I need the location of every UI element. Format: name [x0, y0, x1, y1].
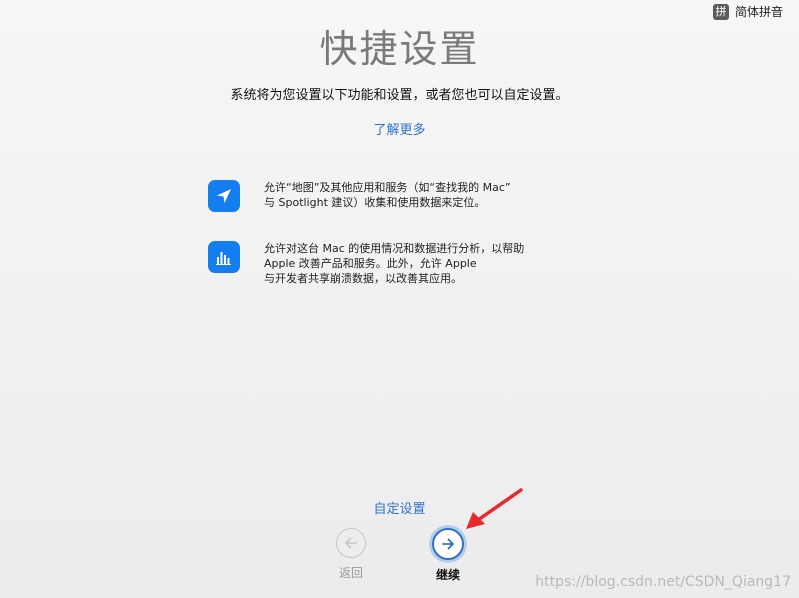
feature-analytics-text: 允许对这台 Mac 的使用情况和数据进行分析，以帮助 Apple 改善产品和服务…	[264, 242, 525, 285]
arrow-right-icon	[432, 528, 464, 560]
bar-chart-icon	[208, 241, 240, 273]
learn-more-link[interactable]: 了解更多	[0, 119, 799, 138]
back-button[interactable]: 返回	[321, 528, 381, 581]
custom-setup-link[interactable]: 自定设置	[0, 498, 799, 517]
back-button-label: 返回	[338, 566, 363, 580]
red-arrow-annotation	[466, 488, 523, 529]
page-title: 快捷设置	[319, 27, 480, 71]
arrow-left-icon	[336, 528, 366, 558]
watermark: https://blog.csdn.net/CSDN_Qiang17	[535, 574, 791, 590]
continue-button[interactable]: 继续	[418, 528, 478, 583]
page-subtitle: 系统将为您设置以下功能和设置，或者您也可以自定设置。	[230, 88, 569, 103]
feature-location-text: 允许“地图”及其他应用和服务（如“查找我的 Mac” 与 Spotlight 建…	[264, 181, 511, 209]
continue-button-label: 继续	[435, 568, 460, 582]
location-arrow-icon	[208, 180, 240, 212]
feature-analytics: 允许对这台 Mac 的使用情况和数据进行分析，以帮助 Apple 改善产品和服务…	[208, 241, 568, 286]
feature-location-services: 允许“地图”及其他应用和服务（如“查找我的 Mac” 与 Spotlight 建…	[208, 180, 568, 212]
